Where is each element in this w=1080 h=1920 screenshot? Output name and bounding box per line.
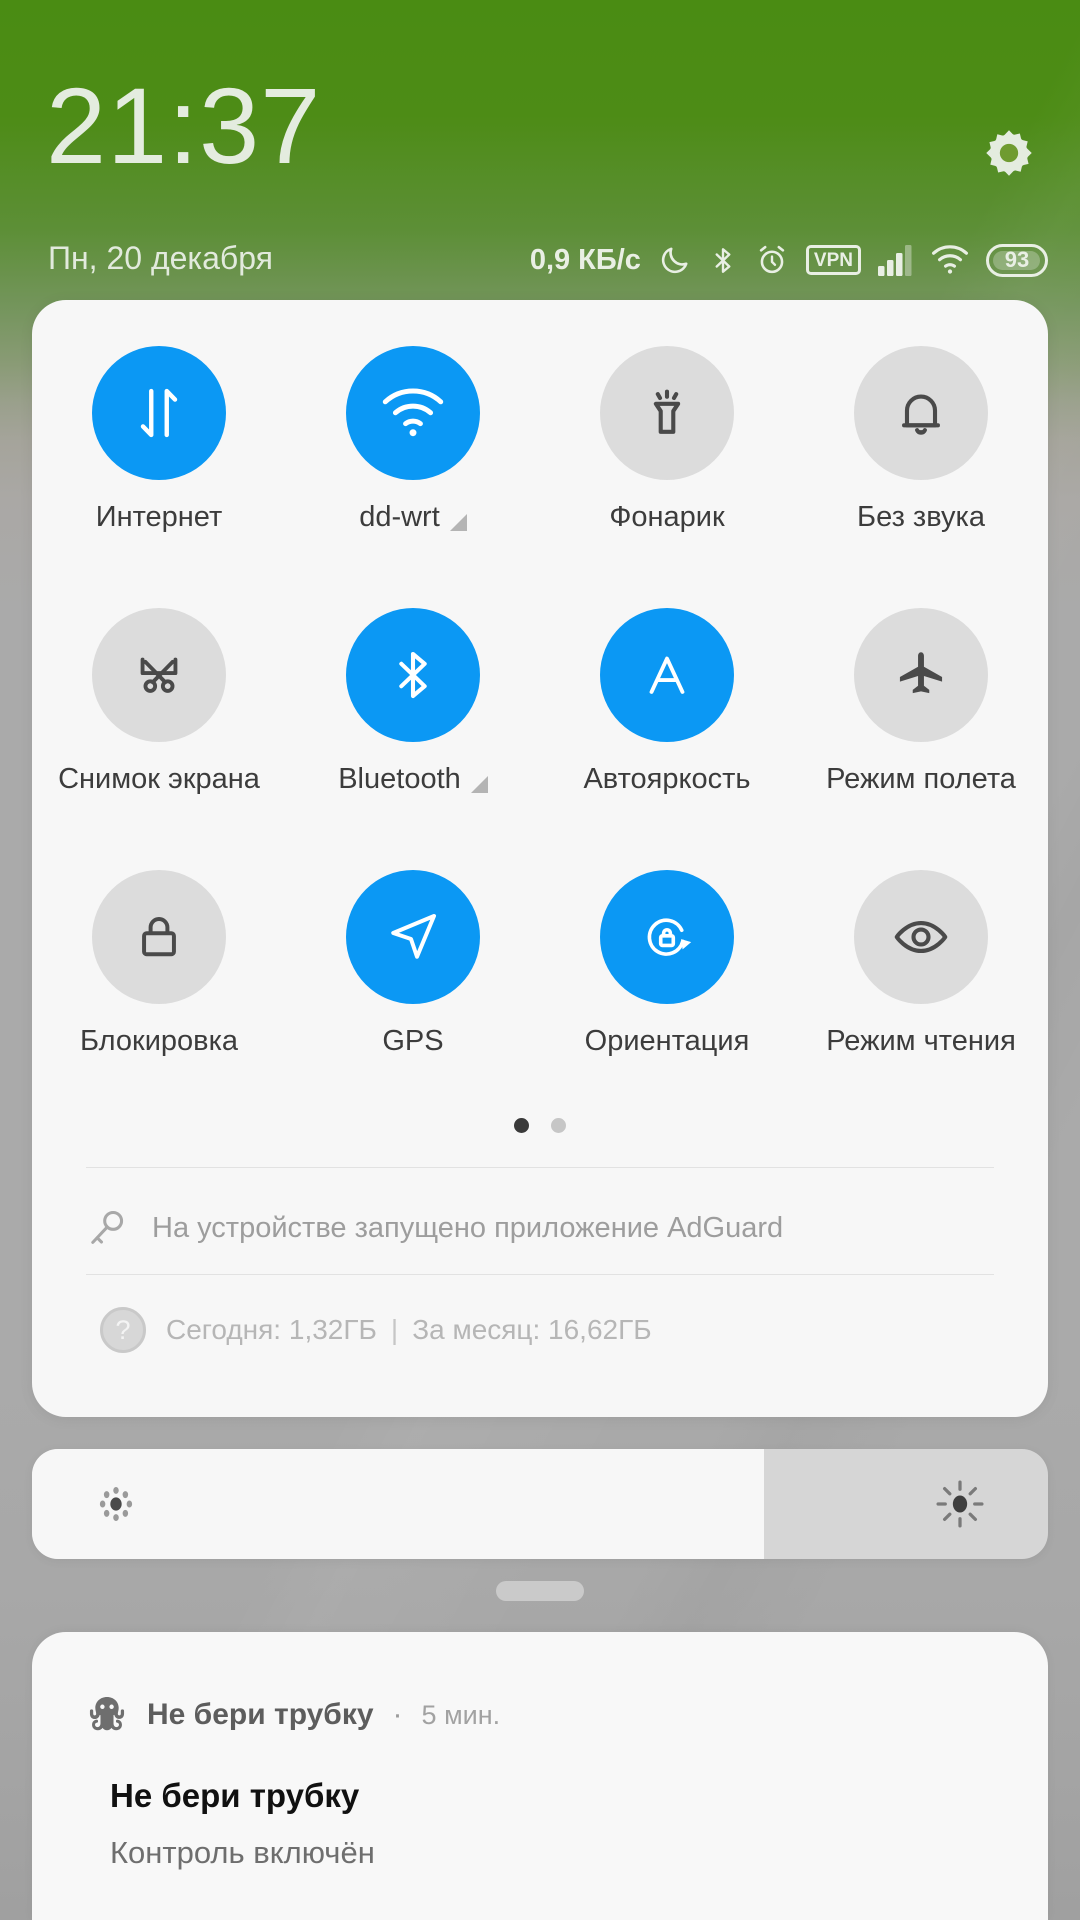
tile-label: Снимок экрана (58, 763, 260, 796)
octopus-icon (84, 1692, 130, 1738)
lock-icon (92, 870, 226, 1004)
chevron-expand-icon[interactable] (470, 776, 488, 793)
tile-silent[interactable]: Без звука (794, 332, 1048, 594)
vpn-icon: VPN (805, 245, 861, 275)
status-header: 21:37 Пн, 20 декабря 0,9 КБ/с VPN 93 (0, 0, 1080, 300)
page-indicator (32, 1118, 1048, 1133)
bluetooth-icon (346, 608, 480, 742)
tile-label-text: Фонарик (609, 501, 725, 533)
brightness-slider[interactable] (32, 1449, 1048, 1559)
notification-bullet: · (392, 1698, 403, 1731)
tile-label-text: Интернет (95, 501, 223, 533)
notification-app-name: Не бери трубку (147, 1698, 374, 1731)
tile-rotation-lock[interactable]: Ориентация (540, 856, 794, 1118)
question-icon[interactable]: ? (100, 1307, 146, 1353)
tile-label-text: Без звука (857, 501, 985, 533)
tile-label: Фонарик (609, 501, 724, 534)
wifi-icon (931, 245, 969, 275)
usage-separator: | (390, 1314, 399, 1345)
tile-label-text: Автояркость (583, 763, 751, 795)
tile-label-text: Ориентация (584, 1025, 750, 1057)
auto-brightness-icon (600, 608, 734, 742)
tile-lock[interactable]: Блокировка (32, 856, 286, 1118)
vpn-notice-row[interactable]: На устройстве запущено приложение AdGuar… (84, 1188, 996, 1268)
tile-bluetooth[interactable]: Bluetooth (286, 594, 540, 856)
key-icon (84, 1205, 130, 1251)
clock: 21:37 (46, 65, 322, 186)
page-dot-active[interactable] (514, 1118, 529, 1133)
tile-flashlight[interactable]: Фонарик (540, 332, 794, 594)
divider-top (86, 1167, 994, 1168)
data-usage-row[interactable]: ? Сегодня: 1,32ГБ | За месяц: 16,62ГБ (100, 1294, 1012, 1366)
chevron-expand-icon[interactable] (449, 514, 467, 531)
navigation-icon (346, 870, 480, 1004)
tile-label: Режим чтения (826, 1025, 1016, 1058)
tile-label: dd-wrt (359, 501, 467, 534)
notification-body: Контроль включён (110, 1835, 375, 1870)
alarm-icon (755, 243, 789, 277)
quick-settings-panel: Интернет dd-wrt Фонарик Без звука Снимок… (32, 300, 1048, 1417)
question-mark: ? (115, 1314, 131, 1345)
panel-drag-handle[interactable] (496, 1581, 584, 1601)
tile-label-text: Режим чтения (826, 1025, 1016, 1057)
page-dot-idle[interactable] (551, 1118, 566, 1133)
eye-icon (854, 870, 988, 1004)
airplane-icon (854, 608, 988, 742)
tile-airplane-mode[interactable]: Режим полета (794, 594, 1048, 856)
brightness-fill (32, 1449, 764, 1559)
notification-header: Не бери трубку · 5 мин. (84, 1692, 500, 1738)
notification-time: 5 мин. (421, 1699, 501, 1730)
tile-label: Без звука (857, 501, 985, 534)
usage-today: Сегодня: 1,32ГБ (166, 1314, 377, 1345)
screenshot-icon (92, 608, 226, 742)
usage-month: За месяц: 16,62ГБ (412, 1314, 652, 1345)
tile-screenshot[interactable]: Снимок экрана (32, 594, 286, 856)
flashlight-icon (600, 346, 734, 480)
network-speed: 0,9 КБ/с (529, 243, 641, 276)
tile-label: GPS (382, 1025, 443, 1058)
notification-card[interactable]: Не бери трубку · 5 мин. Не бери трубку К… (32, 1632, 1048, 1920)
tile-label: Ориентация (585, 1025, 750, 1058)
tile-internet[interactable]: Интернет (32, 332, 286, 594)
data-transfer-icon (92, 346, 226, 480)
tile-label: Блокировка (80, 1025, 238, 1058)
vpn-notice-text: На устройстве запущено приложение AdGuar… (152, 1211, 784, 1244)
tile-label-text: dd-wrt (359, 501, 440, 533)
date-label: Пн, 20 декабря (48, 240, 273, 276)
battery-level: 93 (1004, 247, 1030, 272)
tile-label-text: Блокировка (79, 1025, 239, 1057)
tile-label: Интернет (96, 501, 223, 534)
data-usage-text: Сегодня: 1,32ГБ | За месяц: 16,62ГБ (166, 1314, 652, 1346)
signal-icon (878, 244, 914, 276)
bell-icon (854, 346, 988, 480)
tile-label-text: Снимок экрана (58, 763, 260, 795)
tile-gps[interactable]: GPS (286, 856, 540, 1118)
brightness-low-icon (94, 1482, 138, 1526)
bluetooth-icon (708, 244, 738, 277)
tile-auto-brightness[interactable]: Автояркость (540, 594, 794, 856)
vpn-label: VPN (813, 249, 853, 271)
tile-label-text: Режим полета (826, 763, 1016, 795)
battery-icon: 93 (986, 243, 1048, 277)
wifi-icon (346, 346, 480, 480)
rotation-lock-icon (600, 870, 734, 1004)
dnd-moon-icon (658, 244, 691, 277)
status-icons: 0,9 КБ/с VPN 93 (530, 240, 1048, 280)
tile-label: Bluetooth (338, 763, 488, 796)
tile-label-text: GPS (382, 1025, 444, 1057)
quick-settings-tiles: Интернет dd-wrt Фонарик Без звука Снимок… (32, 332, 1048, 1118)
tile-label: Режим полета (826, 763, 1016, 796)
tile-wifi[interactable]: dd-wrt (286, 332, 540, 594)
tile-label: Автояркость (583, 763, 750, 796)
tile-reading-mode[interactable]: Режим чтения (794, 856, 1048, 1118)
notification-title: Не бери трубку (110, 1777, 360, 1814)
divider-bottom (86, 1274, 994, 1275)
tile-label-text: Bluetooth (338, 763, 461, 795)
brightness-high-icon (934, 1478, 986, 1530)
gear-icon[interactable] (978, 122, 1040, 184)
